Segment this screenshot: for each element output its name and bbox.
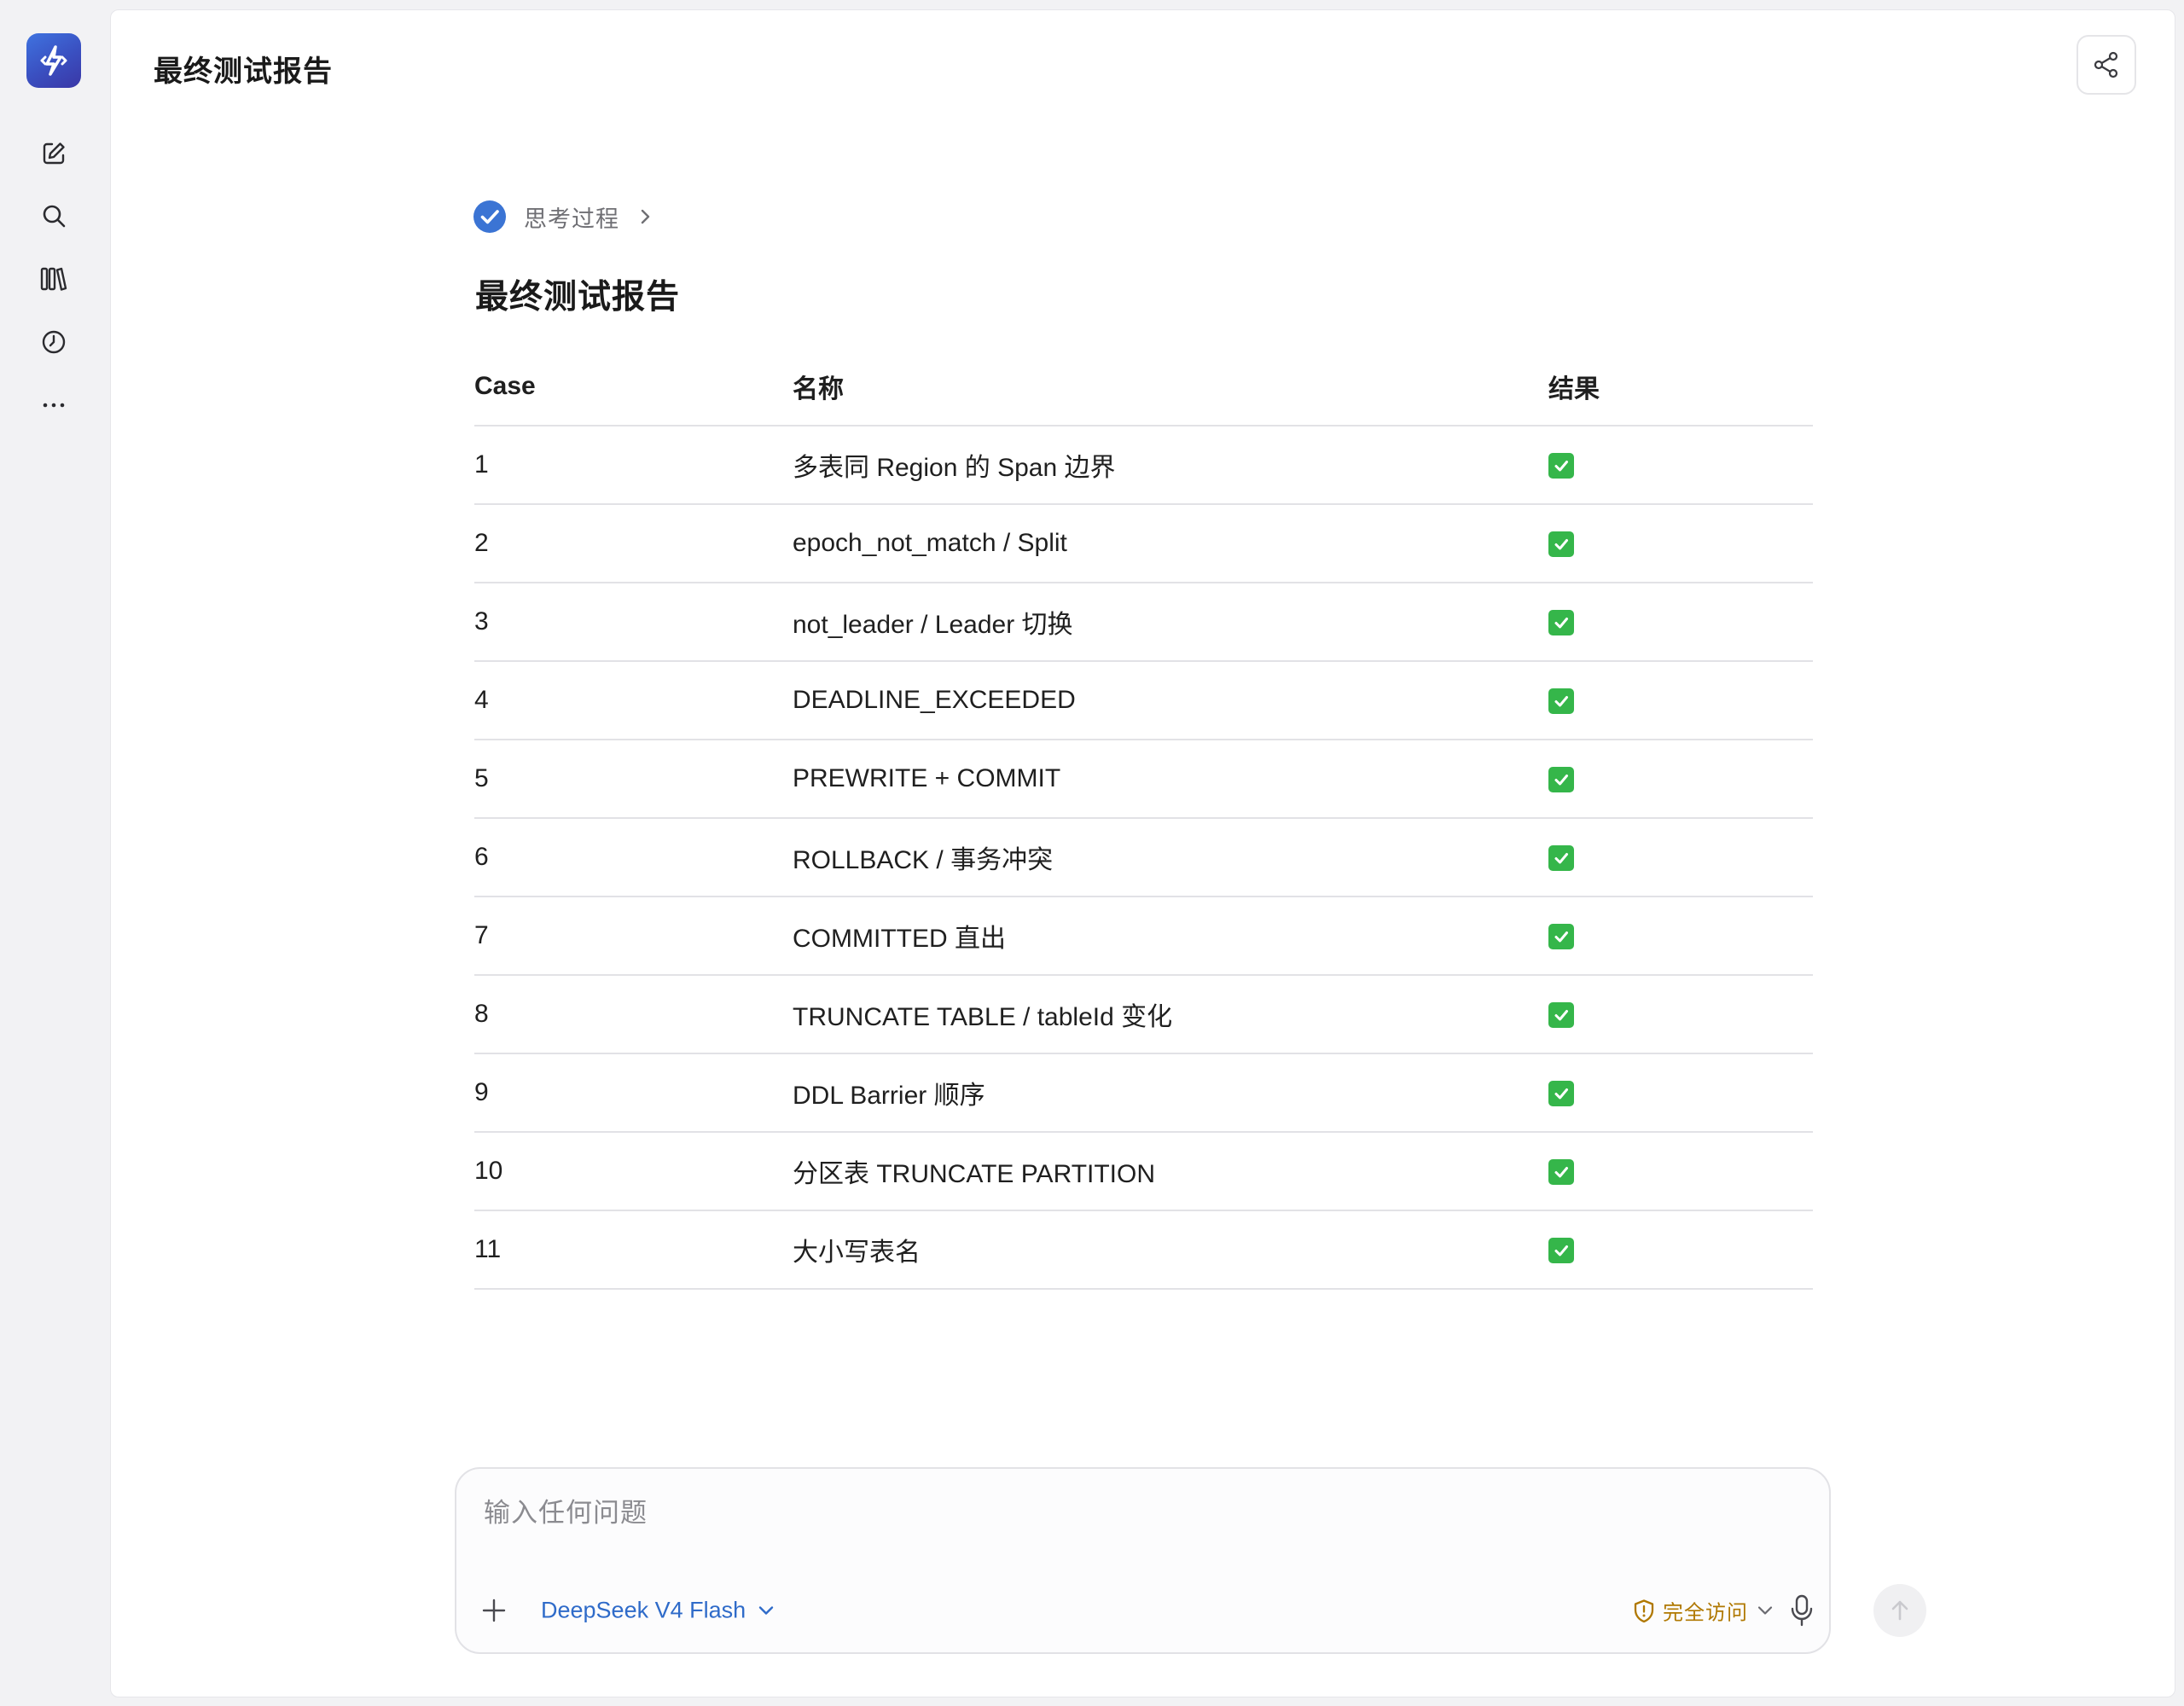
history-button[interactable] <box>34 322 73 362</box>
case-number: 9 <box>474 1053 793 1133</box>
case-number: 7 <box>474 897 793 976</box>
case-name: 多表同 Region 的 Span 边界 <box>793 426 1548 505</box>
case-result <box>1548 975 1813 1054</box>
arrow-up-icon <box>1891 1600 1908 1621</box>
case-result <box>1548 1132 1813 1211</box>
case-number: 4 <box>474 661 793 740</box>
search-button[interactable] <box>34 196 73 235</box>
microphone-icon <box>1791 1594 1813 1627</box>
search-icon <box>43 205 66 228</box>
plus-icon <box>482 1599 506 1622</box>
table-row: 4 DEADLINE_EXCEEDED <box>474 661 1813 740</box>
thinking-process-toggle[interactable]: 思考过程 <box>473 198 653 235</box>
share-icon <box>2094 51 2118 78</box>
page-title: 最终测试报告 <box>154 55 333 88</box>
history-icon <box>42 330 66 354</box>
library-icon <box>40 267 67 291</box>
more-button[interactable] <box>34 386 73 425</box>
report-table: Case 名称 结果 1 多表同 Region 的 Span 边界 2 epoc… <box>474 348 1813 1290</box>
column-header-case: Case <box>474 348 793 426</box>
share-button[interactable] <box>2077 35 2136 95</box>
case-number: 3 <box>474 583 793 662</box>
case-name: ROLLBACK / 事务冲突 <box>793 818 1548 897</box>
case-result <box>1548 1053 1813 1133</box>
case-result <box>1548 426 1813 505</box>
check-mark-icon <box>1548 453 1574 479</box>
thinking-label: 思考过程 <box>524 206 619 232</box>
new-chat-button[interactable] <box>34 134 73 173</box>
table-row: 9 DDL Barrier 顺序 <box>474 1053 1813 1133</box>
chevron-down-icon <box>1757 1604 1774 1616</box>
case-name: epoch_not_match / Split <box>793 504 1548 583</box>
case-name: TRUNCATE TABLE / tableId 变化 <box>793 975 1548 1054</box>
check-mark-icon <box>1548 1081 1574 1107</box>
case-result <box>1548 897 1813 976</box>
column-header-name: 名称 <box>793 348 1548 426</box>
case-number: 11 <box>474 1210 793 1290</box>
logo-mark-icon <box>40 45 67 76</box>
column-header-result: 结果 <box>1548 348 1813 426</box>
message-composer: DeepSeek V4 Flash 完全访问 <box>455 1467 1926 1654</box>
table-row: 3 not_leader / Leader 切换 <box>474 583 1813 662</box>
check-mark-icon <box>1548 531 1574 558</box>
check-mark-icon <box>1548 688 1574 715</box>
case-result <box>1548 661 1813 740</box>
table-row: 8 TRUNCATE TABLE / tableId 变化 <box>474 975 1813 1054</box>
case-name: DDL Barrier 顺序 <box>793 1053 1548 1133</box>
message-input[interactable] <box>482 1489 1680 1544</box>
table-row: 1 多表同 Region 的 Span 边界 <box>474 426 1813 505</box>
model-name: DeepSeek V4 Flash <box>541 1597 746 1623</box>
app-logo[interactable] <box>26 33 81 88</box>
table-row: 5 PREWRITE + COMMIT <box>474 740 1813 819</box>
check-mark-icon <box>1548 767 1574 793</box>
chevron-right-icon <box>638 206 653 227</box>
library-button[interactable] <box>34 259 73 299</box>
case-name: 分区表 TRUNCATE PARTITION <box>793 1132 1548 1211</box>
case-name: DEADLINE_EXCEEDED <box>793 661 1548 740</box>
case-number: 1 <box>474 426 793 505</box>
table-row: 10 分区表 TRUNCATE PARTITION <box>474 1132 1813 1211</box>
table-row: 2 epoch_not_match / Split <box>474 504 1813 583</box>
access-mode-label: 完全访问 <box>1663 1601 1748 1625</box>
case-name: PREWRITE + COMMIT <box>793 740 1548 819</box>
check-mark-icon <box>1548 1002 1574 1029</box>
case-result <box>1548 818 1813 897</box>
check-circle-icon <box>473 200 506 233</box>
check-mark-icon <box>1548 610 1574 636</box>
chevron-down-icon <box>758 1604 775 1616</box>
table-row: 11 大小写表名 <box>474 1210 1813 1290</box>
case-name: 大小写表名 <box>793 1210 1548 1290</box>
shield-alert-icon <box>1634 1599 1654 1622</box>
case-name: not_leader / Leader 切换 <box>793 583 1548 662</box>
left-rail <box>0 0 109 1706</box>
access-mode-selector[interactable]: 完全访问 <box>1632 1596 1774 1626</box>
add-attachment-button[interactable] <box>475 1592 513 1629</box>
case-number: 5 <box>474 740 793 819</box>
check-mark-icon <box>1548 1159 1574 1186</box>
more-icon <box>43 403 65 408</box>
report-title: 最终测试报告 <box>475 279 681 316</box>
voice-input-button[interactable] <box>1783 1592 1821 1629</box>
case-result <box>1548 583 1813 662</box>
check-mark-icon <box>1548 845 1574 872</box>
case-result <box>1548 504 1813 583</box>
main-panel: 最终测试报告 思考过程 最终测试报告 Case 名称 结果 1 多表同 Regi… <box>110 9 2175 1697</box>
case-number: 2 <box>474 504 793 583</box>
case-result <box>1548 1210 1813 1290</box>
case-result <box>1548 740 1813 819</box>
case-number: 8 <box>474 975 793 1054</box>
case-number: 10 <box>474 1132 793 1211</box>
table-row: 6 ROLLBACK / 事务冲突 <box>474 818 1813 897</box>
new-chat-icon <box>43 142 65 165</box>
table-row: 7 COMMITTED 直出 <box>474 897 1813 976</box>
send-button[interactable] <box>1873 1584 1926 1637</box>
model-selector[interactable]: DeepSeek V4 Flash <box>541 1598 775 1624</box>
check-mark-icon <box>1548 924 1574 950</box>
check-mark-icon <box>1548 1238 1574 1264</box>
case-number: 6 <box>474 818 793 897</box>
case-name: COMMITTED 直出 <box>793 897 1548 976</box>
table-header-row: Case 名称 结果 <box>474 348 1813 426</box>
